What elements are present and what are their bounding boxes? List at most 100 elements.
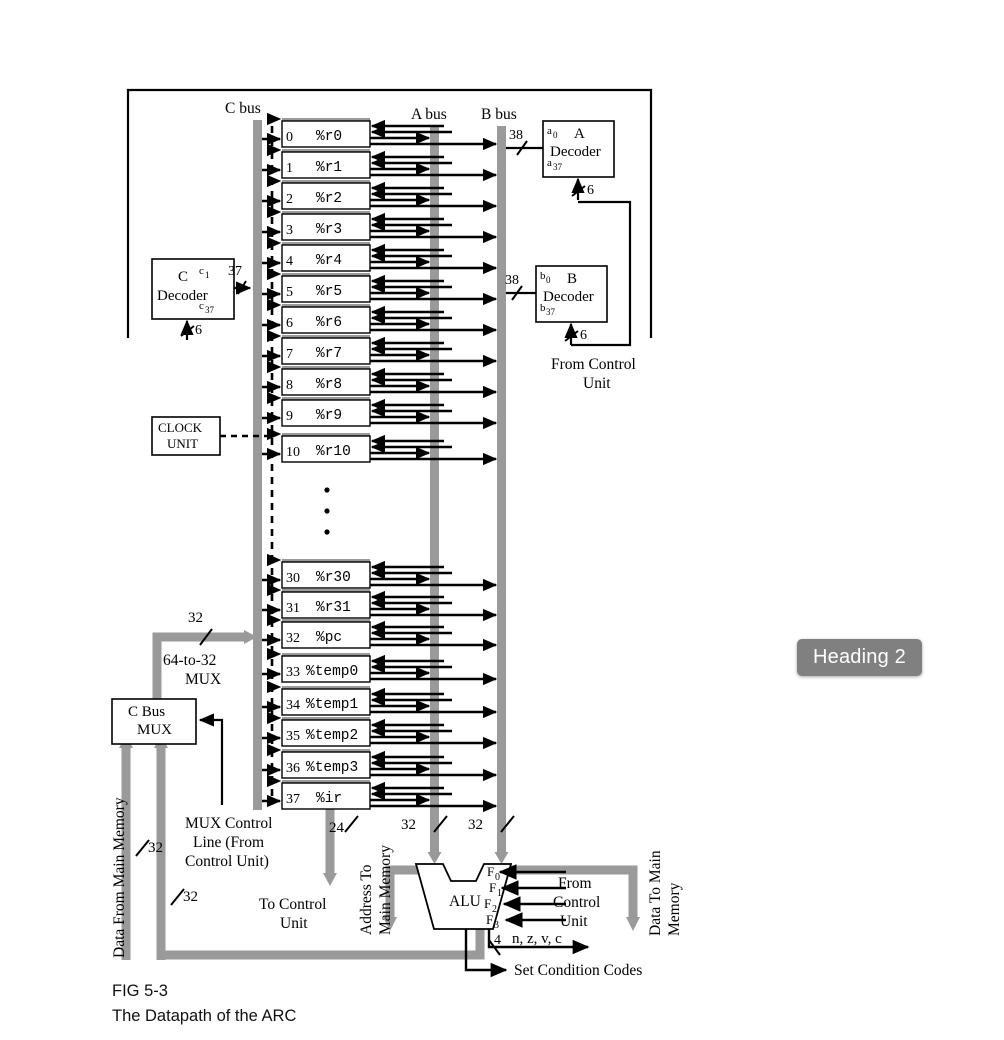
register-index: 37 xyxy=(286,792,300,807)
register-name: %r3 xyxy=(316,222,342,238)
c-decoder-in-width: 6 xyxy=(195,323,202,338)
alu-control-label-2: Control xyxy=(553,894,600,911)
register-index: 3 xyxy=(286,223,293,238)
a-decoder-bot-sub-index: 37 xyxy=(553,162,563,172)
register-index: 1 xyxy=(286,161,293,176)
data-to-memory-arrow xyxy=(626,917,640,931)
data-to-main-memory-label-2: Memory xyxy=(666,882,683,936)
data-to-main-memory-label-1: Data To Main xyxy=(647,850,664,936)
c-bus-label: C bus xyxy=(225,100,261,117)
a-bus-alu-width: 32 xyxy=(401,817,416,833)
b-bus-line xyxy=(497,126,506,852)
figure-caption-id: FIG 5-3 xyxy=(112,982,168,1000)
c-decoder-out-width: 37 xyxy=(228,264,242,279)
a-bus-alu-arrow xyxy=(427,852,442,864)
register-name: %r9 xyxy=(316,408,342,424)
register-name: %r31 xyxy=(316,600,351,616)
condition-flags-label: n, z, v, c xyxy=(512,931,562,947)
register-index: 0 xyxy=(286,130,293,145)
register-name: %r30 xyxy=(316,570,351,586)
b-decoder-bot-sub-index: 37 xyxy=(546,307,556,317)
register-file: 0 %r0 1 %r1 2 %r2 3 %r3 4 %r4 5 %r5 6 %r6 7 %r7 8 %r8 9 %r9… xyxy=(281,118,371,810)
register-name: %r5 xyxy=(316,284,342,300)
register-name: %r0 xyxy=(316,129,342,145)
c-decoder-top-sub: c xyxy=(199,265,204,277)
register-index: 6 xyxy=(286,316,293,331)
mux-64to32-label-1: 64-to-32 xyxy=(163,652,216,669)
b-bus-label: B bus xyxy=(481,106,517,123)
mux-control-label-1: MUX Control xyxy=(185,815,272,832)
alu-f3-label: F xyxy=(486,912,493,927)
heading-2-badge[interactable]: Heading 2 xyxy=(797,639,922,676)
register-index: 10 xyxy=(286,445,300,460)
c-decoder-bot-sub: c xyxy=(199,300,204,312)
alu-f1-label: F xyxy=(489,880,496,895)
alu-f1-index: 1 xyxy=(497,888,502,899)
condition-code-width: 4 xyxy=(494,933,501,948)
address-to-main-memory-label-2: Main Memory xyxy=(377,845,394,935)
c-bus-line xyxy=(253,120,262,810)
to-control-unit-label-1: To Control xyxy=(259,896,326,913)
mux-control-label-2: Line (From xyxy=(193,834,264,851)
a-decoder-in-width: 38 xyxy=(509,128,523,143)
register-name: %r6 xyxy=(316,315,342,331)
clock-unit-label-2: UNIT xyxy=(167,436,198,451)
b-decoder: B Decoder b 0 b 37 38 6 xyxy=(505,265,608,345)
register-name: %pc xyxy=(316,630,342,646)
register-index: 9 xyxy=(286,409,293,424)
register-index: 34 xyxy=(286,698,300,713)
register-name: %r2 xyxy=(316,191,342,207)
c-decoder-bot-sub-index: 37 xyxy=(205,305,215,315)
register-name: %r1 xyxy=(316,160,342,176)
register-name: %r10 xyxy=(316,444,351,460)
register-index: 7 xyxy=(286,347,293,362)
register-index: 30 xyxy=(286,571,300,586)
register-name: %ir xyxy=(316,791,342,807)
register-ellipsis xyxy=(324,487,330,535)
register-name: %temp2 xyxy=(306,728,358,744)
register-index: 32 xyxy=(286,631,300,646)
register-index: 33 xyxy=(286,665,300,680)
a-decoder-subtitle: Decoder xyxy=(550,144,601,160)
register-name: %r7 xyxy=(316,346,342,362)
b-decoder-in-width: 38 xyxy=(505,273,519,288)
b-decoder-subtitle: Decoder xyxy=(543,289,594,305)
mux-control-label-3: Control Unit) xyxy=(185,853,269,870)
register-name: %temp0 xyxy=(306,664,358,680)
c-decoder-top-sub-index: 1 xyxy=(205,270,210,280)
to-control-width: 24 xyxy=(329,820,345,836)
from-control-unit-label-1: From Control xyxy=(551,356,636,373)
a-decoder-ctrl-width: 6 xyxy=(587,183,594,198)
a-decoder-bot-sub: a xyxy=(547,157,552,169)
alu-f3-index: 3 xyxy=(494,920,499,931)
a-decoder: A Decoder a 0 a 37 38 6 xyxy=(506,120,615,200)
ir-to-control-arrow xyxy=(323,873,337,886)
clock-unit-label-1: CLOCK xyxy=(158,420,203,435)
mux-out-width: 32 xyxy=(188,610,203,626)
figure-caption-text: The Datapath of the ARC xyxy=(112,1007,297,1025)
register-name: %temp3 xyxy=(306,760,358,776)
to-control-unit-label-2: Unit xyxy=(280,915,308,932)
b-decoder-ctrl-width: 6 xyxy=(580,328,587,343)
a-decoder-title: A xyxy=(574,126,585,142)
data-from-main-memory-label: Data From Main Memory xyxy=(111,797,128,958)
b-decoder-title: B xyxy=(567,271,577,287)
register-index: 4 xyxy=(286,254,293,269)
arc-datapath-svg: C bus A bus B bus 0 %r0 1 %r1 2 %r2 3 %r3 4 %r4 5%… xyxy=(111,88,683,979)
c-decoder-title: C xyxy=(178,269,188,285)
register-name: %r4 xyxy=(316,253,342,269)
c-bus-mux-label-2: MUX xyxy=(137,722,172,738)
set-condition-codes-label: Set Condition Codes xyxy=(514,962,642,979)
alu-control-label-1: From xyxy=(558,875,592,892)
register-name: %temp1 xyxy=(306,697,358,713)
a-bus-label: A bus xyxy=(411,106,447,123)
register-name: %r8 xyxy=(316,377,342,393)
b-bus-alu-width: 32 xyxy=(468,817,483,833)
mem-left-width: 32 xyxy=(148,840,163,856)
register-index: 35 xyxy=(286,729,300,744)
alu-control-label-3: Unit xyxy=(560,913,588,930)
a-decoder-top-sub: a xyxy=(547,125,552,137)
mux-64to32-label-2: MUX xyxy=(185,671,221,688)
c-bus-mux-label-1: C Bus xyxy=(128,704,165,720)
address-to-main-memory-label-1: Address To xyxy=(358,864,375,935)
